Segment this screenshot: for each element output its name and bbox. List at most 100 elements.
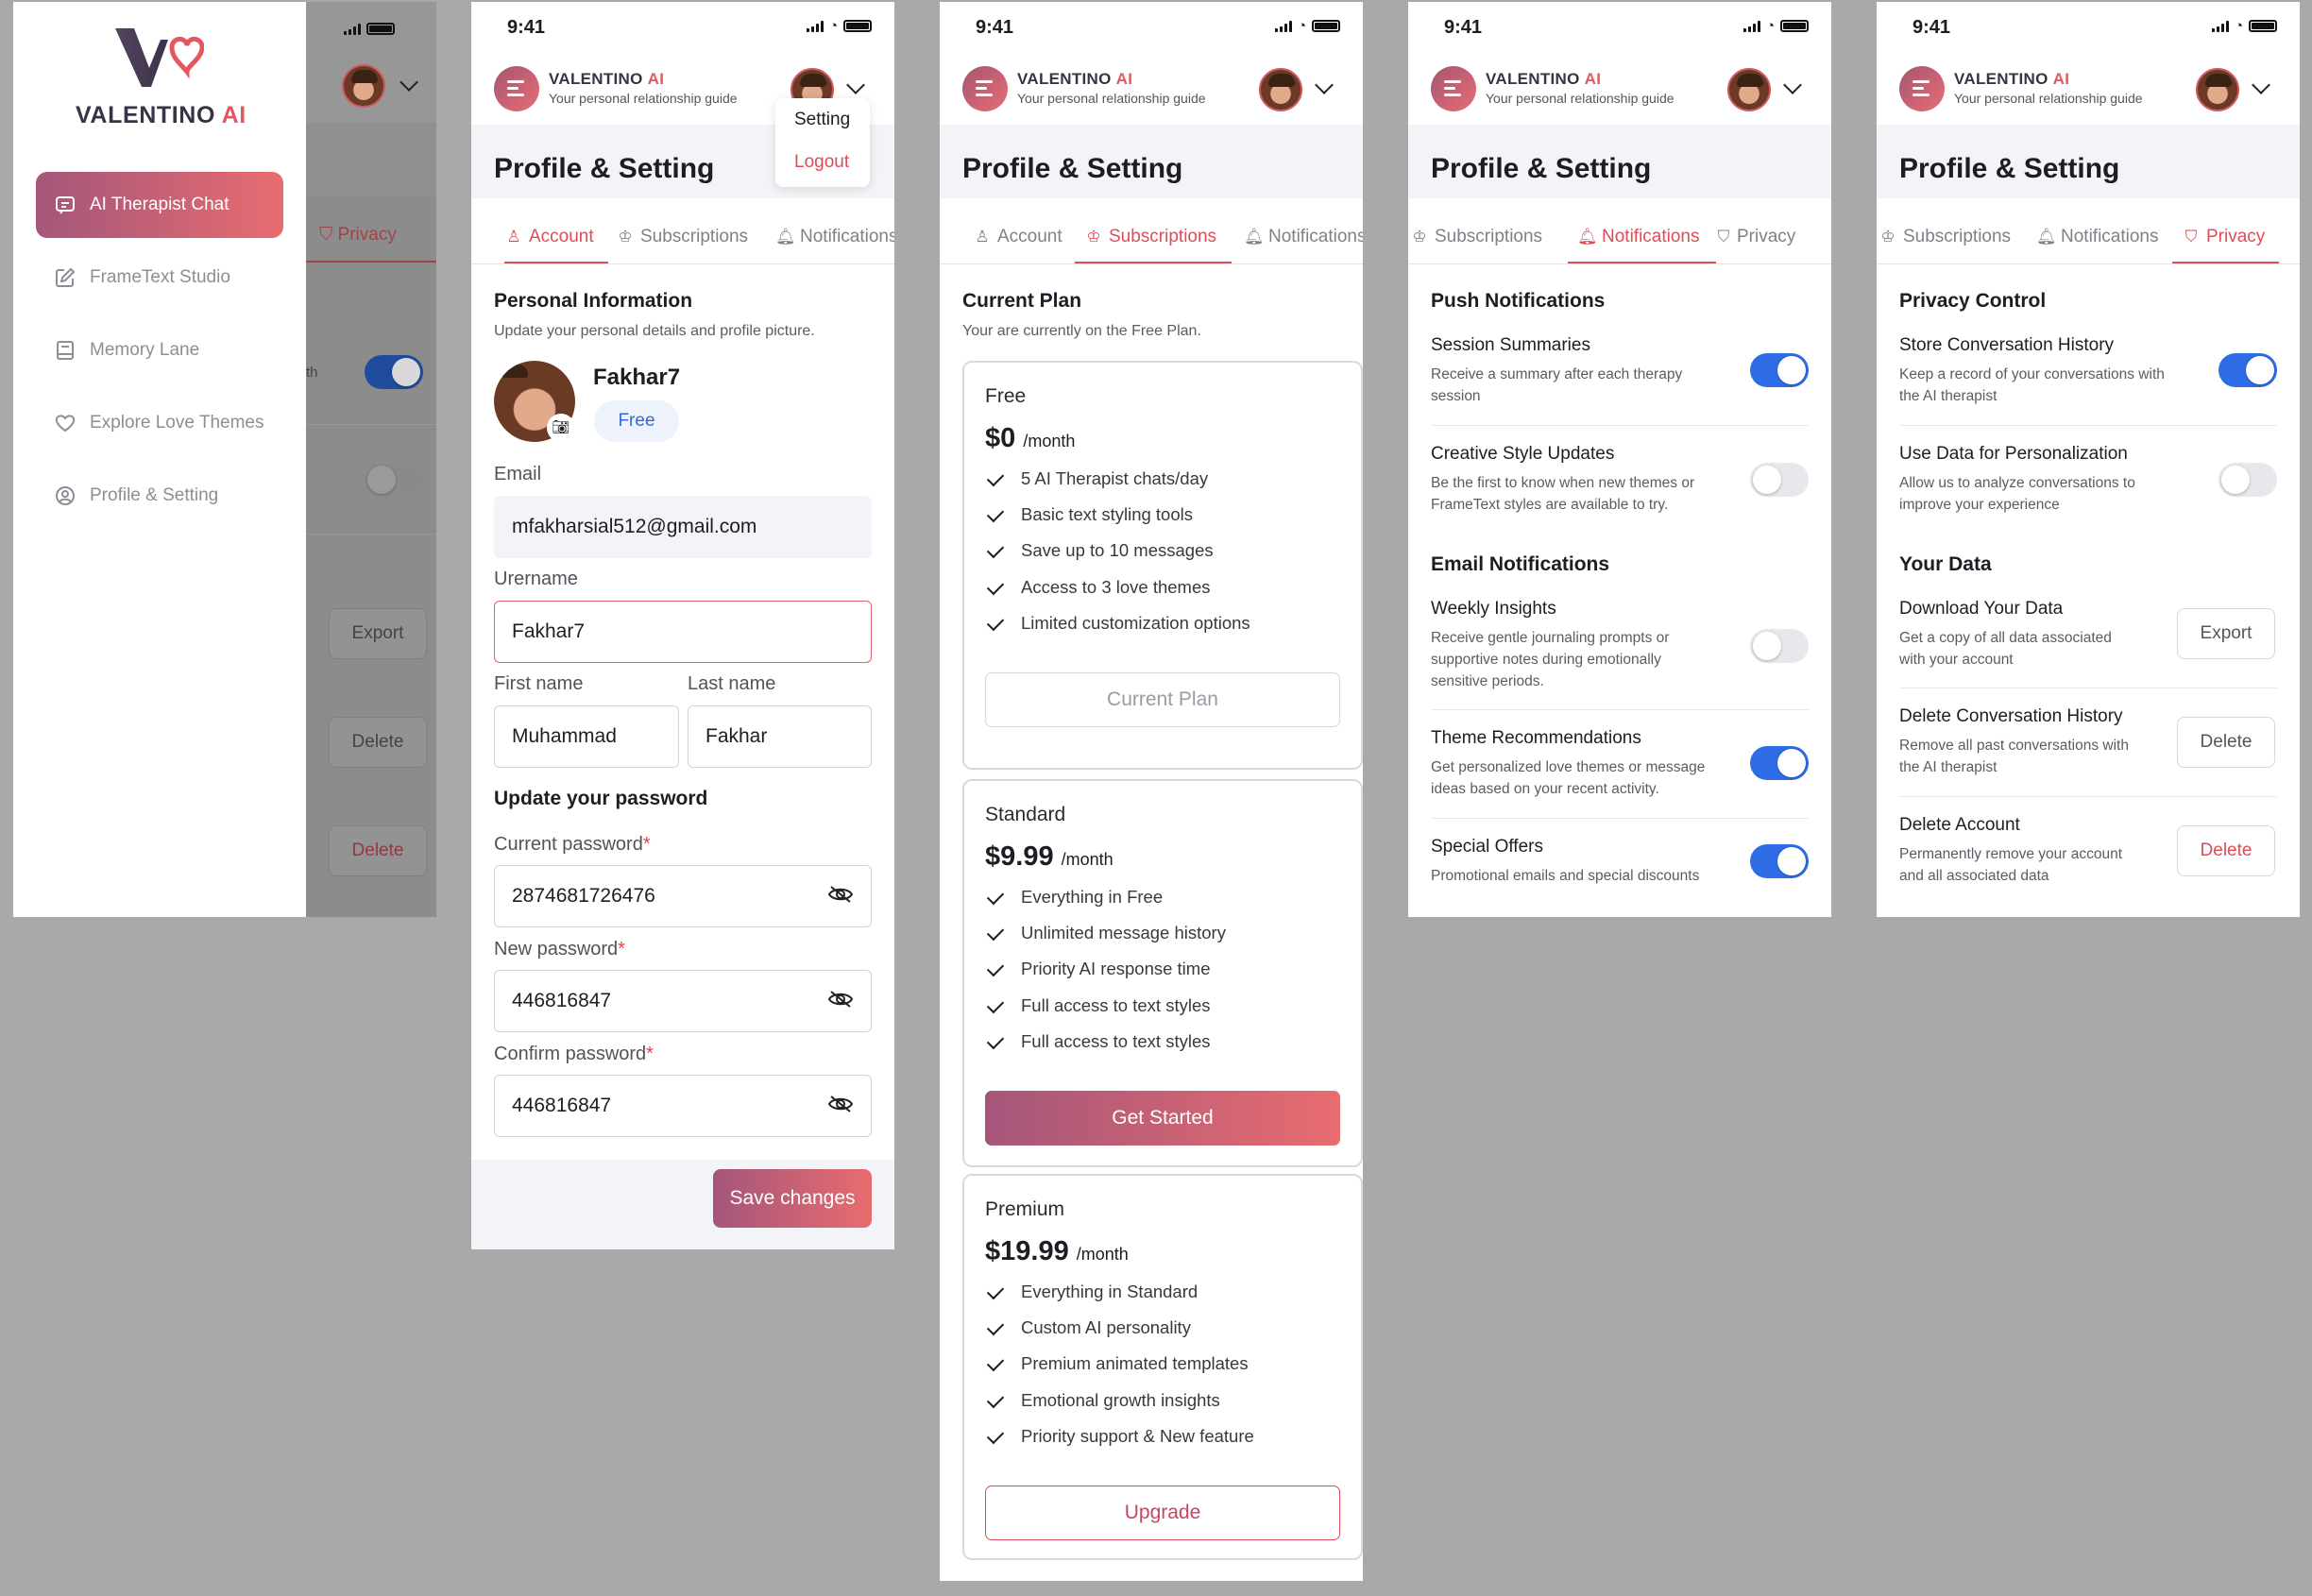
privacy-control-title: Privacy Control	[1899, 290, 2047, 312]
tab-notifications[interactable]: 🔔︎ Notifications	[775, 227, 894, 263]
setting-desc: Receive a summary after each therapy sess…	[1431, 366, 1683, 404]
personalization-toggle[interactable]	[2218, 463, 2277, 497]
avatar[interactable]	[2196, 68, 2239, 111]
tab-notifications[interactable]: 🔔︎ Notifications	[1568, 227, 1716, 263]
avatar[interactable]	[1259, 68, 1302, 111]
sidebar-item-label: AI Therapist Chat	[90, 195, 230, 214]
shield-icon: ⛉	[2184, 228, 2198, 246]
feature-item: Everything in Free	[985, 885, 1226, 921]
feature-item: Priority support & New feature	[985, 1424, 1254, 1460]
delete-account-button[interactable]: Delete	[2177, 825, 2275, 876]
tab-account[interactable]: ♙ Account	[973, 227, 1062, 263]
tab-subscriptions[interactable]: ♔ Subscriptions	[616, 227, 748, 263]
sidebar-item-explore-love-themes[interactable]: Explore Love Themes	[36, 390, 283, 456]
status-bars-icon	[344, 23, 395, 35]
chevron-down-icon[interactable]	[2252, 76, 2270, 94]
username-field[interactable]: Fakhar7	[494, 601, 872, 663]
tab-notifications[interactable]: 🔔︎ Notifications	[1244, 227, 1363, 263]
new-password-field[interactable]: 446816847	[494, 970, 872, 1032]
app-header: VALENTINO AI Your personal relationship g…	[1408, 55, 1831, 125]
current-plan-button[interactable]: Current Plan	[985, 672, 1340, 727]
session-summaries-toggle[interactable]	[1750, 353, 1809, 387]
creative-style-updates-toggle[interactable]	[1750, 463, 1809, 497]
avatar[interactable]	[342, 64, 385, 108]
chevron-down-icon[interactable]	[846, 76, 865, 94]
display-name: Fakhar7	[593, 365, 681, 390]
store-history-toggle[interactable]	[2218, 353, 2277, 387]
first-name-label: First name	[494, 673, 584, 694]
setting-desc: Permanently remove your account and all a…	[1899, 846, 2123, 884]
tab-account[interactable]: ♙ Account	[504, 227, 608, 263]
theme-recommendations-toggle[interactable]	[1750, 746, 1809, 780]
setting-title: Use Data for Personalization	[1899, 444, 2128, 464]
feature-item: Basic text styling tools	[985, 502, 1250, 538]
page-title: Profile & Setting	[962, 153, 1183, 184]
special-offers-toggle[interactable]	[1750, 844, 1809, 878]
username-label: Urername	[494, 569, 578, 589]
brand-name: VALENTINO AI	[549, 70, 665, 88]
email-field[interactable]: mfakharsial512@gmail.com	[494, 496, 872, 558]
tab-subscriptions[interactable]: ♔ Subscriptions	[1075, 227, 1232, 263]
get-started-button[interactable]: Get Started	[985, 1091, 1340, 1146]
bell-icon: 🔔︎	[775, 228, 796, 246]
eye-off-icon[interactable]	[827, 1095, 854, 1113]
plan-card-premium: Premium $19.99 /month Everything in Stan…	[962, 1174, 1363, 1560]
sidebar-item-memory-lane[interactable]: Memory Lane	[36, 317, 283, 383]
avatar[interactable]	[1727, 68, 1771, 111]
signal-icon	[2211, 21, 2229, 32]
tab-subscriptions[interactable]: ♔ Subscriptions	[1410, 227, 1542, 263]
first-name-field[interactable]: Muhammad	[494, 705, 679, 768]
sidebar-item-frametext-studio[interactable]: FrameText Studio	[36, 245, 283, 311]
dimmed-export-button: Export	[329, 608, 427, 659]
eye-off-icon[interactable]	[827, 885, 854, 904]
brand-tagline: Your personal relationship guide	[1486, 91, 1674, 106]
feature-item: Emotional growth insights	[985, 1388, 1254, 1424]
tab-privacy[interactable]: ⛉ Privacy	[2172, 227, 2279, 263]
crown-icon: ♔	[1412, 228, 1427, 246]
signal-icon	[1742, 21, 1760, 32]
profile-dropdown: Setting Logout	[775, 98, 870, 187]
section-title: Personal Information	[494, 290, 693, 312]
delete-history-button[interactable]: Delete	[2177, 717, 2275, 768]
chevron-down-icon[interactable]	[1315, 76, 1334, 94]
app-logo-icon	[962, 66, 1008, 111]
export-button[interactable]: Export	[2177, 608, 2275, 659]
sidebar-item-profile-setting[interactable]: Profile & Setting	[36, 463, 283, 529]
setting-title: Download Your Data	[1899, 599, 2064, 619]
tab-notifications[interactable]: 🔔︎ Notifications	[2036, 227, 2159, 263]
dimmed-text: th	[306, 365, 318, 381]
brand-name: VALENTINO AI	[1954, 70, 2070, 88]
plan-name: Free	[985, 385, 1027, 407]
app-logo-icon	[494, 66, 539, 111]
tab-bar: ♔ Subscriptions 🔔︎ Notifications ⛉ Privacy	[1877, 198, 2300, 264]
sidebar-item-ai-therapist-chat[interactable]: AI Therapist Chat	[36, 172, 283, 238]
edit-icon	[56, 267, 76, 287]
setting-desc: Promotional emails and special discounts	[1431, 868, 1700, 884]
confirm-password-field[interactable]: 446816847	[494, 1075, 872, 1137]
upgrade-button[interactable]: Upgrade	[985, 1486, 1340, 1540]
chevron-down-icon[interactable]	[1783, 76, 1802, 94]
email-label: Email	[494, 464, 542, 484]
status-bar: 9:41 ◔	[1408, 2, 1831, 55]
app-logo-icon	[1899, 66, 1945, 111]
feature-list: Everything in Standard Custom AI persona…	[985, 1280, 1254, 1460]
current-password-field[interactable]: 2874681726476	[494, 865, 872, 927]
plan-card-standard: Standard $9.99 /month Everything in Free…	[962, 779, 1363, 1167]
page-title: Profile & Setting	[1899, 153, 2120, 184]
save-changes-button[interactable]: Save changes	[713, 1169, 872, 1228]
brand-tagline: Your personal relationship guide	[1954, 91, 2143, 106]
battery-icon	[2249, 20, 2277, 32]
dropdown-logout[interactable]: Logout	[794, 152, 849, 173]
status-bar: 9:41 ◔	[471, 2, 894, 55]
push-section-title: Push Notifications	[1431, 290, 1606, 312]
weekly-insights-toggle[interactable]	[1750, 629, 1809, 663]
confirm-password-label: Confirm password*	[494, 1044, 654, 1064]
dropdown-setting[interactable]: Setting	[794, 110, 850, 130]
camera-icon[interactable]: 📷︎	[547, 414, 575, 442]
eye-off-icon[interactable]	[827, 990, 854, 1009]
tab-subscriptions[interactable]: ♔ Subscriptions	[1878, 227, 2011, 263]
dimmed-toggle-on	[365, 355, 423, 389]
last-name-field[interactable]: Fakhar	[688, 705, 872, 768]
shield-icon: ⛉	[319, 225, 333, 245]
tab-privacy[interactable]: ⛉ Privacy	[1714, 227, 1796, 263]
